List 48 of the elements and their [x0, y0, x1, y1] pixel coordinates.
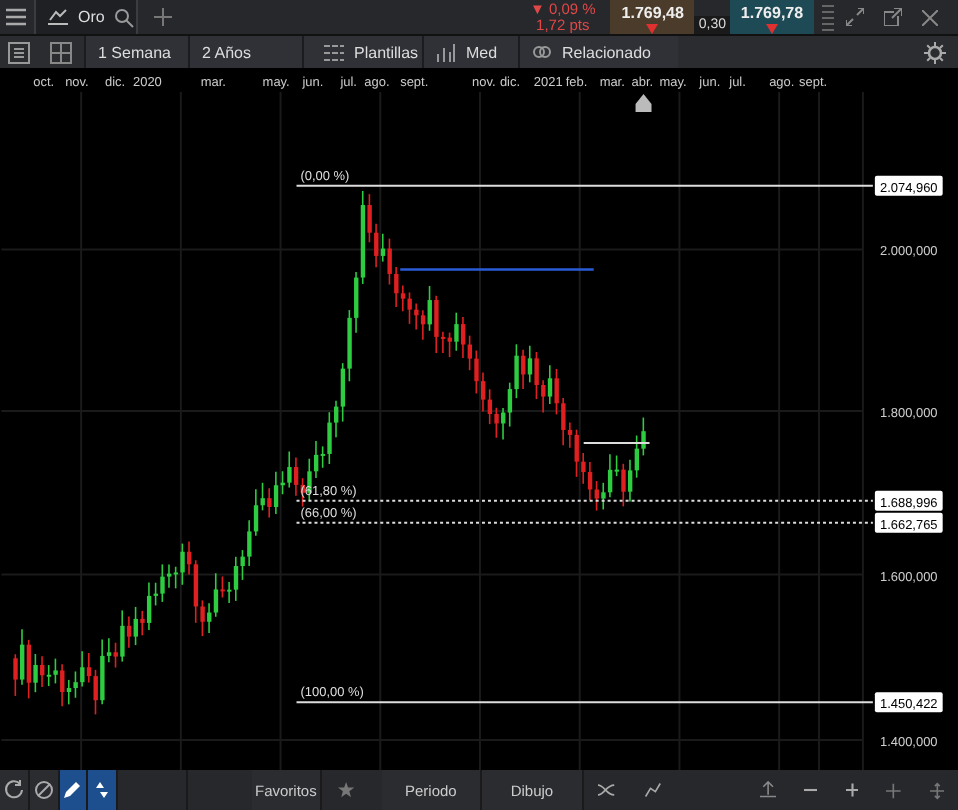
draw-button[interactable] [59, 770, 89, 810]
templates-button[interactable]: Plantillas [302, 36, 422, 68]
instrument-tab[interactable]: Oro [34, 0, 138, 34]
fibonacci-level-line[interactable] [295, 701, 874, 704]
down-triangle-icon [646, 24, 659, 34]
up-down-arrows-icon [92, 780, 113, 800]
axis-icon[interactable] [760, 780, 777, 800]
star-icon[interactable] [337, 780, 354, 800]
scroll-handle-icon[interactable] [635, 93, 652, 112]
clear-button[interactable] [29, 770, 60, 810]
settings-icon[interactable] [924, 41, 946, 63]
fibonacci-level-line[interactable] [295, 499, 874, 502]
move-icon[interactable] [929, 781, 944, 799]
expand-icon[interactable] [846, 8, 864, 26]
shuffle-icon[interactable] [597, 780, 616, 800]
rotate-icon [3, 780, 24, 800]
fibonacci-level-line[interactable] [295, 184, 874, 187]
link-icon [532, 44, 552, 60]
indicators-button[interactable]: Med [422, 36, 518, 68]
range-button[interactable]: 2 Años [188, 36, 302, 68]
menu-icon[interactable] [6, 8, 26, 26]
bid-price: 1.769,48 [621, 4, 684, 22]
crosshair-icon[interactable] [886, 781, 902, 799]
chart-cursor-icon[interactable] [643, 780, 662, 800]
related-button[interactable]: Relacionado [518, 36, 678, 68]
chart-line-icon [48, 8, 68, 26]
popout-icon[interactable] [884, 8, 902, 26]
search-icon[interactable] [114, 7, 135, 27]
sliders-icon [324, 43, 344, 61]
ask-price: 1.769,78 [740, 4, 804, 22]
reset-button[interactable] [0, 770, 30, 810]
down-triangle-icon [766, 24, 778, 34]
grid-icon[interactable] [50, 41, 72, 63]
zoom-in-icon[interactable] [845, 782, 859, 798]
snap-button[interactable] [88, 770, 119, 810]
horizontal-line[interactable] [582, 441, 651, 444]
interval-button[interactable]: 1 Semana [84, 36, 188, 68]
grip-icon [822, 3, 834, 31]
bar-chart-icon [436, 43, 456, 61]
fibonacci-level-line[interactable] [295, 521, 874, 524]
bid-price-box[interactable]: 1.769,48 [610, 0, 695, 34]
close-icon[interactable] [922, 9, 938, 25]
pencil-icon [62, 780, 83, 800]
add-tab-icon[interactable] [154, 8, 172, 26]
list-icon[interactable] [8, 41, 30, 63]
prohibited-icon [33, 780, 54, 800]
ask-price-box[interactable]: 1.769,78 [730, 0, 814, 34]
tab-title: Oro [78, 8, 105, 26]
